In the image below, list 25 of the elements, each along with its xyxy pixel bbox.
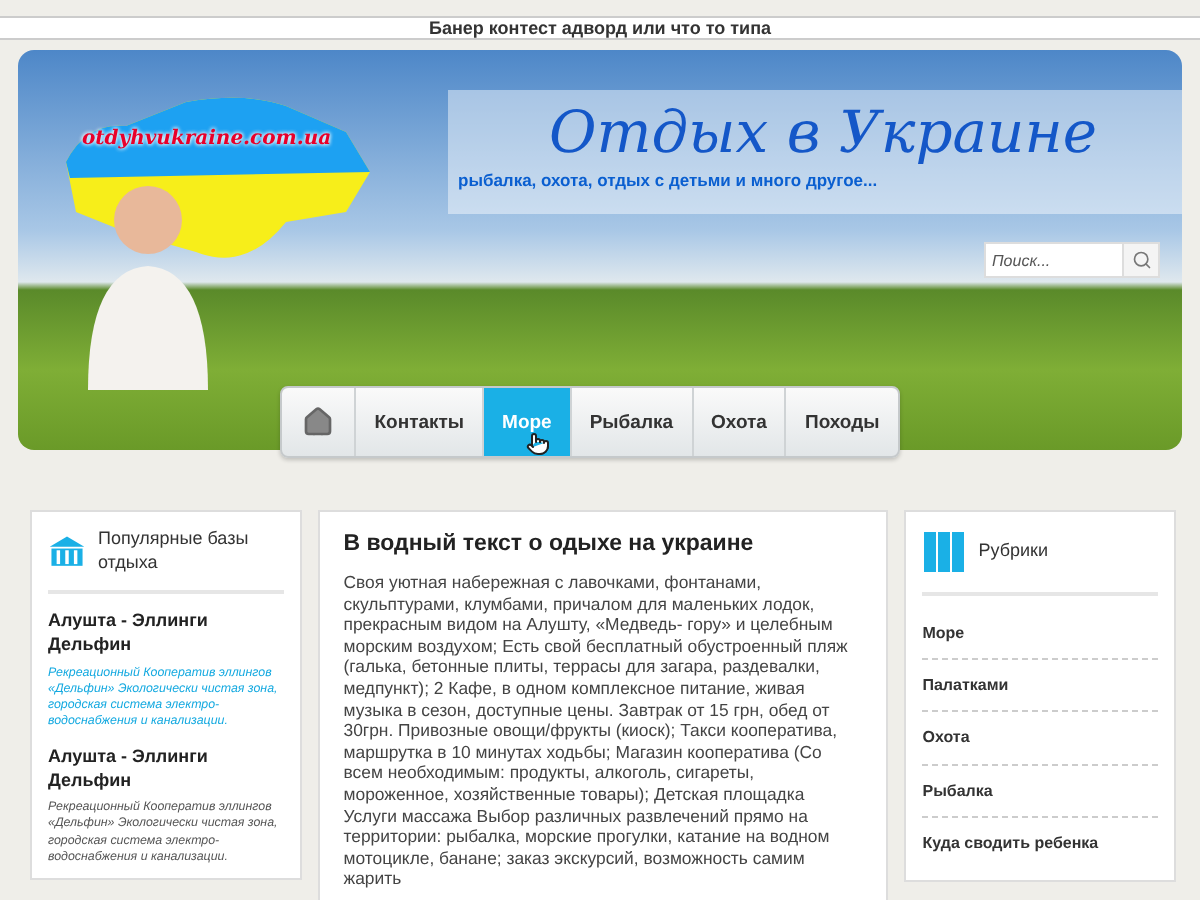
panel-title: Популярные базы отдыха	[98, 528, 251, 575]
site-title: Отдых в Украине	[548, 98, 1097, 166]
nav-tab[interactable]: Походы	[784, 388, 898, 456]
article-title: В водный текст о одыхе на украине	[343, 532, 756, 556]
site-logo: otdyhvukraine.com.ua	[82, 128, 332, 150]
category-link[interactable]: Рыбалка	[922, 765, 1158, 818]
books-icon	[922, 528, 967, 576]
nav-tab[interactable]: Рыбалка	[569, 388, 692, 456]
banner-text: Банер контест адворд или что то типа	[428, 18, 772, 38]
category-link[interactable]: Куда сводить ребенка	[922, 817, 1158, 868]
search-field[interactable]: Поиск...	[984, 242, 1124, 278]
search-icon	[1131, 250, 1151, 270]
building-icon	[48, 531, 86, 572]
category-link[interactable]: Палатками	[922, 660, 1158, 713]
site-tagline: рыбалка, охота, отдых с детьми и много другое...	[458, 170, 878, 190]
category-link[interactable]: Охота	[922, 712, 1158, 766]
resort-title[interactable]: Алушта - Эллинги Дельфин	[48, 746, 284, 793]
home-icon	[302, 406, 335, 438]
search-button[interactable]	[1124, 242, 1160, 278]
panel-title: Рубрики	[978, 540, 1048, 564]
article-text: Своя уютная набережная с лавочками, фонтанами, скульптурами, клумбами, причалом для маленьких лодок, прекрасным видом на Алушту, «Медведь- гору» и целебным морским воздухом; Есть свой бесплатный обустроенный пляж (галька, бетонные плиты, террасы для загара, раздевалки, медпункт); 2 Кафе, в одном комплексное питание, живая музыка в сезон, доступные цены. Завтрак от 15 грн, обед от 30грн. Привозные овощи/фрукты (киоск); Такси кооператива, маршрутка в 10 минутах ходьбы; Магазин кооператива (Со всем необходимым: продукты, алкоголь, сигареты, мороженное, хозяйственные товары); Детская площадка Услуги массажа Выбор различных развлечений прямо на территории: рыбалка, морские прогулки, катание на водном мотоцикле, банане; заказ экскурсий, возможность самим жарить	[343, 572, 850, 890]
pointer-cursor-icon	[526, 432, 551, 456]
category-link[interactable]: Море	[922, 608, 1158, 661]
nav-tab[interactable]: Охота	[691, 388, 785, 456]
resort-title[interactable]: Алушта - Эллинги Дельфин	[48, 610, 284, 658]
